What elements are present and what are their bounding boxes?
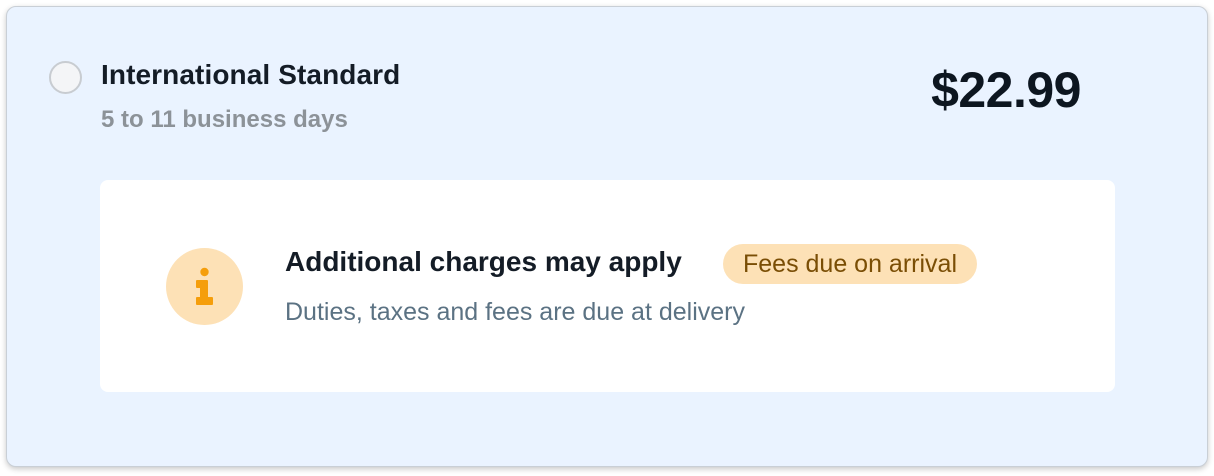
shipping-option-title: International Standard bbox=[101, 59, 401, 90]
shipping-option-radio[interactable] bbox=[49, 61, 82, 94]
shipping-price: $22.99 bbox=[931, 62, 1081, 118]
fees-badge: Fees due on arrival bbox=[723, 244, 978, 284]
additional-charges-notice: Additional charges may apply Fees due on… bbox=[100, 180, 1115, 392]
info-icon bbox=[166, 248, 243, 325]
notice-description: Duties, taxes and fees are due at delive… bbox=[285, 298, 745, 326]
shipping-option-card[interactable]: International Standard 5 to 11 business … bbox=[6, 6, 1208, 467]
notice-title: Additional charges may apply bbox=[285, 246, 682, 277]
delivery-time: 5 to 11 business days bbox=[101, 106, 348, 133]
